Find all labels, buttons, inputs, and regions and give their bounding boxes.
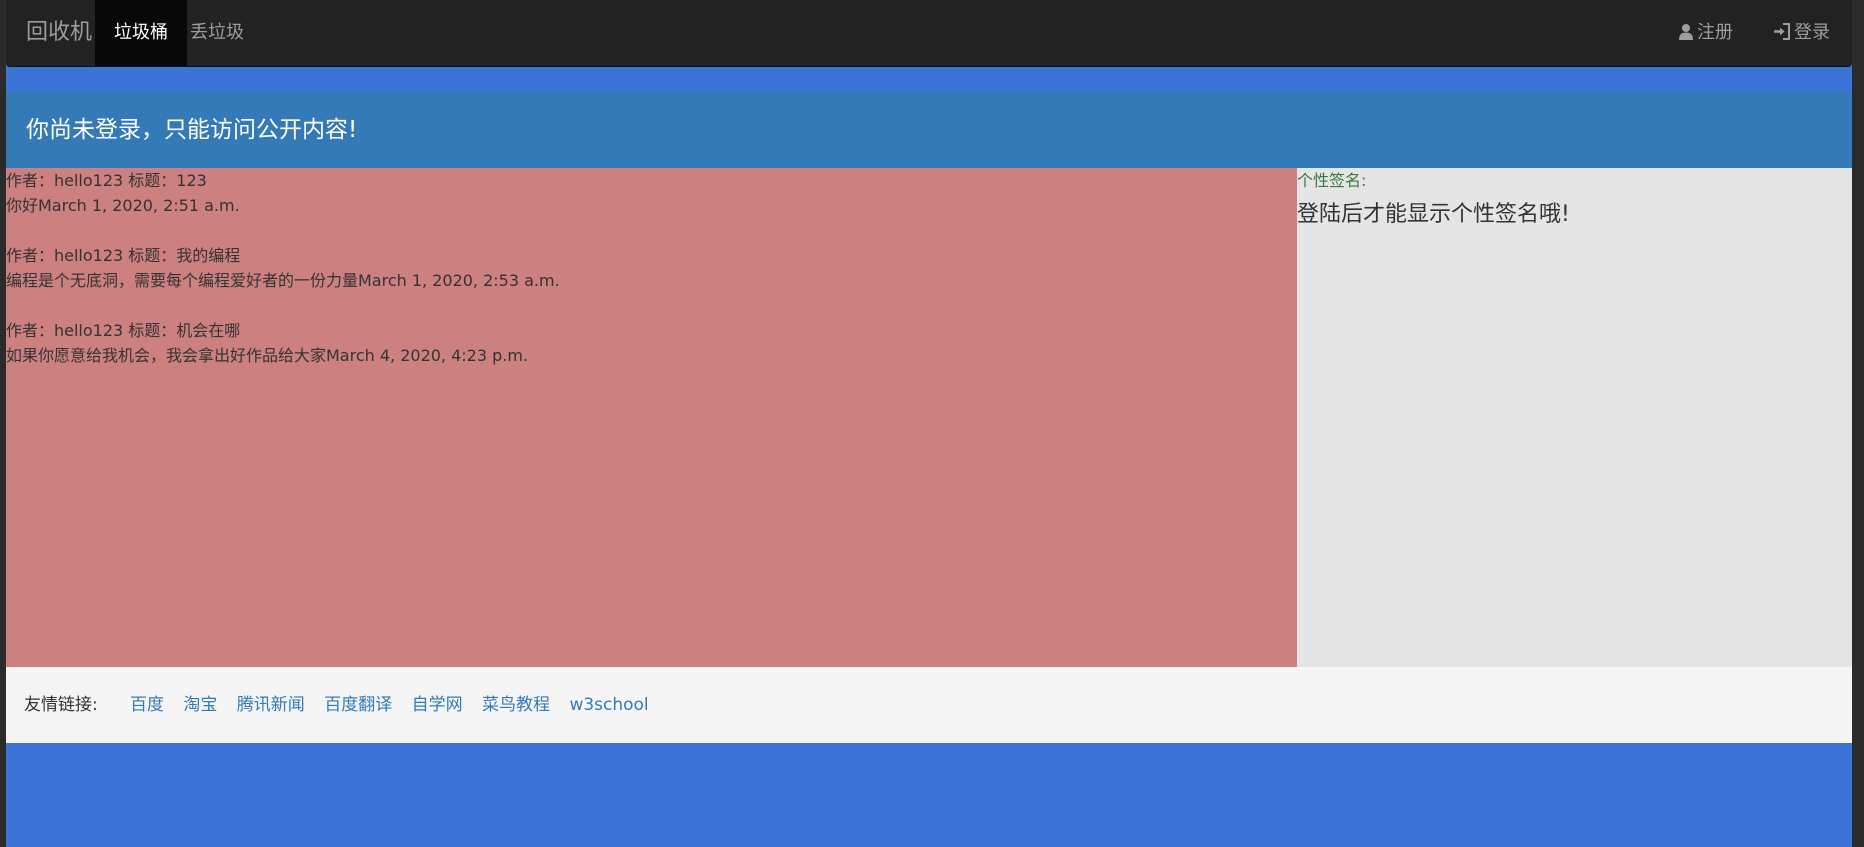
footer-link-taobao[interactable]: 淘宝 — [183, 695, 217, 715]
signature-text: 登陆后才能显示个性签名哦! — [1297, 202, 1570, 227]
login-label: 登录 — [1794, 22, 1830, 43]
post-item: 作者：hello123 标题：机会在哪 如果你愿意给我机会，我会拿出好作品给大家… — [6, 318, 1297, 368]
window-right-edge — [1852, 0, 1864, 847]
footer-link-w3school[interactable]: w3school — [569, 695, 648, 715]
login-notice-banner: 你尚未登录，只能访问公开内容! — [6, 92, 1852, 168]
user-icon — [1679, 24, 1693, 40]
brand-logo[interactable]: 回收机 — [26, 0, 92, 66]
post-body: 编程是个无底洞，需要每个编程爱好者的一份力量March 1, 2020, 2:5… — [6, 271, 560, 290]
post-item: 作者：hello123 标题：我的编程 编程是个无底洞，需要每个编程爱好者的一份… — [6, 243, 1297, 293]
footer-label: 友情链接: — [24, 695, 98, 715]
post-meta: 作者：hello123 标题：123 — [6, 171, 207, 190]
post-body: 如果你愿意给我机会，我会拿出好作品给大家March 4, 2020, 4:23 … — [6, 346, 529, 365]
post-meta: 作者：hello123 标题：我的编程 — [6, 246, 241, 265]
footer-link-tencent-news[interactable]: 腾讯新闻 — [237, 695, 305, 715]
tab-throw-trash[interactable]: 丢垃圾 — [171, 0, 263, 66]
login-link[interactable]: 登录 — [1773, 0, 1830, 66]
footer-links-bar: 友情链接: 百度 淘宝 腾讯新闻 百度翻译 自学网 菜鸟教程 w3school — [6, 667, 1852, 743]
post-item: 作者：hello123 标题：123 你好March 1, 2020, 2:51… — [6, 168, 1297, 218]
register-label: 注册 — [1697, 22, 1733, 43]
register-link[interactable]: 注册 — [1678, 0, 1733, 66]
sign-in-icon — [1774, 23, 1790, 40]
post-body: 你好March 1, 2020, 2:51 a.m. — [6, 196, 240, 215]
footer-link-list: 百度 淘宝 腾讯新闻 百度翻译 自学网 菜鸟教程 w3school — [130, 667, 663, 743]
footer-link-baidu-translate[interactable]: 百度翻译 — [324, 695, 392, 715]
footer-link-zixue[interactable]: 自学网 — [412, 695, 463, 715]
signature-sidebar: 个性签名: 登陆后才能显示个性签名哦! — [1297, 168, 1852, 667]
top-navbar: 回收机 垃圾桶 丢垃圾 注册 登录 — [6, 0, 1852, 67]
signature-label: 个性签名: — [1297, 171, 1367, 190]
footer-link-runoob[interactable]: 菜鸟教程 — [482, 695, 550, 715]
footer-link-baidu[interactable]: 百度 — [130, 695, 164, 715]
notice-text: 你尚未登录，只能访问公开内容! — [26, 117, 358, 143]
posts-list: 作者：hello123 标题：123 你好March 1, 2020, 2:51… — [6, 168, 1297, 667]
post-meta: 作者：hello123 标题：机会在哪 — [6, 321, 241, 340]
